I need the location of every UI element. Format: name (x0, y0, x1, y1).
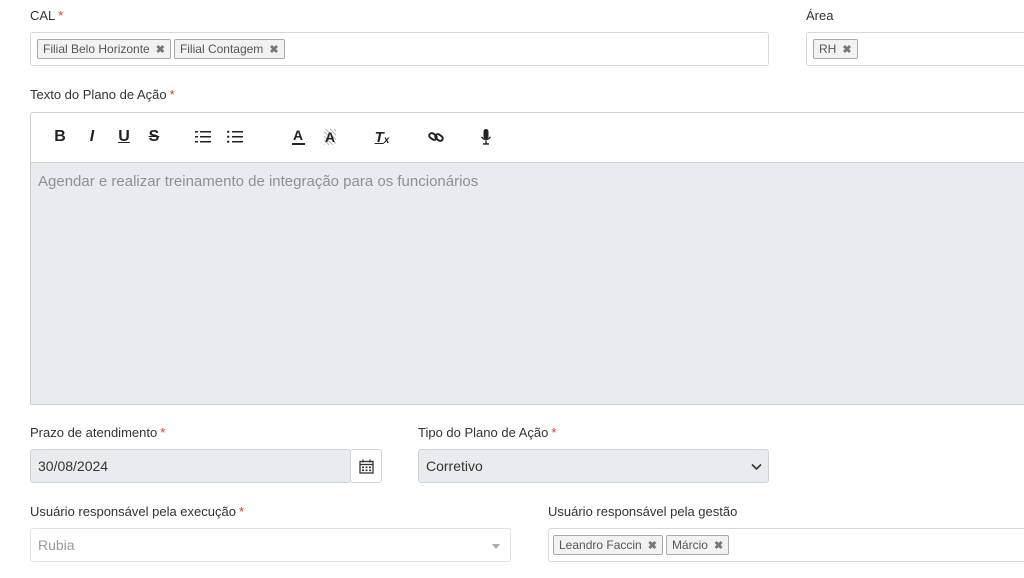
remove-x-icon[interactable]: ✖ (269, 43, 278, 56)
tipo-select[interactable]: Corretivo (418, 449, 769, 483)
usuario-gestao-tag: Leandro Faccin ✖ (553, 535, 663, 555)
usuario-exec-select[interactable]: Rubia (30, 528, 511, 562)
calendar-button[interactable] (350, 449, 382, 483)
remove-x-icon[interactable]: ✖ (714, 539, 723, 552)
prazo-date-input[interactable]: 30/08/2024 (30, 449, 351, 483)
bold-button[interactable]: B (49, 113, 71, 161)
usuario-exec-label: Usuário responsável pela execução * (30, 504, 245, 519)
caret-down-icon (492, 544, 500, 549)
text-color-button[interactable]: A (287, 113, 309, 161)
ordered-list-button[interactable] (191, 113, 215, 161)
italic-button[interactable]: I (81, 113, 103, 161)
tipo-selected-value: Corretivo (426, 458, 483, 474)
texto-label: Texto do Plano de Ação * (30, 87, 175, 102)
bullet-list-button[interactable] (223, 113, 247, 161)
tipo-label: Tipo do Plano de Ação * (418, 425, 557, 440)
cal-tag: Filial Belo Horizonte ✖ (37, 39, 171, 59)
ordered-list-icon (195, 131, 211, 143)
microphone-icon (480, 129, 492, 145)
editor-toolbar: B I U S A A Tx (30, 112, 1024, 162)
text-color-underline (291, 143, 305, 145)
link-icon (428, 132, 444, 142)
remove-x-icon[interactable]: ✖ (842, 43, 851, 56)
usuario-gestao-label: Usuário responsável pela gestão (548, 504, 738, 519)
area-label: Área (806, 8, 834, 23)
underline-button[interactable]: U (113, 113, 135, 161)
editor-content: Agendar e realizar treinamento de integr… (38, 173, 479, 190)
clear-format-button[interactable]: Tx (371, 113, 393, 161)
cal-multiselect[interactable]: Filial Belo Horizonte ✖ Filial Contagem ✖ (30, 32, 769, 66)
cal-label: CAL * (30, 8, 64, 23)
area-multiselect[interactable]: RH ✖ (806, 32, 1024, 66)
cal-tag: Filial Contagem ✖ (173, 39, 285, 59)
calendar-icon (358, 459, 374, 474)
link-button[interactable] (425, 113, 447, 161)
bullet-list-icon (227, 130, 243, 143)
background-color-button[interactable]: A (319, 113, 341, 161)
area-tag: RH ✖ (813, 39, 858, 59)
microphone-button[interactable] (475, 113, 497, 161)
strike-button[interactable]: S (143, 113, 165, 161)
usuario-gestao-multiselect[interactable]: Leandro Faccin ✖ Márcio ✖ (548, 528, 1024, 562)
usuario-exec-value: Rubia (38, 537, 75, 553)
usuario-gestao-tag: Márcio ✖ (665, 535, 730, 555)
remove-x-icon[interactable]: ✖ (156, 43, 165, 56)
plano-text-editor[interactable]: Agendar e realizar treinamento de integr… (30, 162, 1024, 405)
prazo-label: Prazo de atendimento * (30, 425, 166, 440)
remove-x-icon[interactable]: ✖ (648, 539, 657, 552)
chevron-down-icon (751, 463, 762, 471)
